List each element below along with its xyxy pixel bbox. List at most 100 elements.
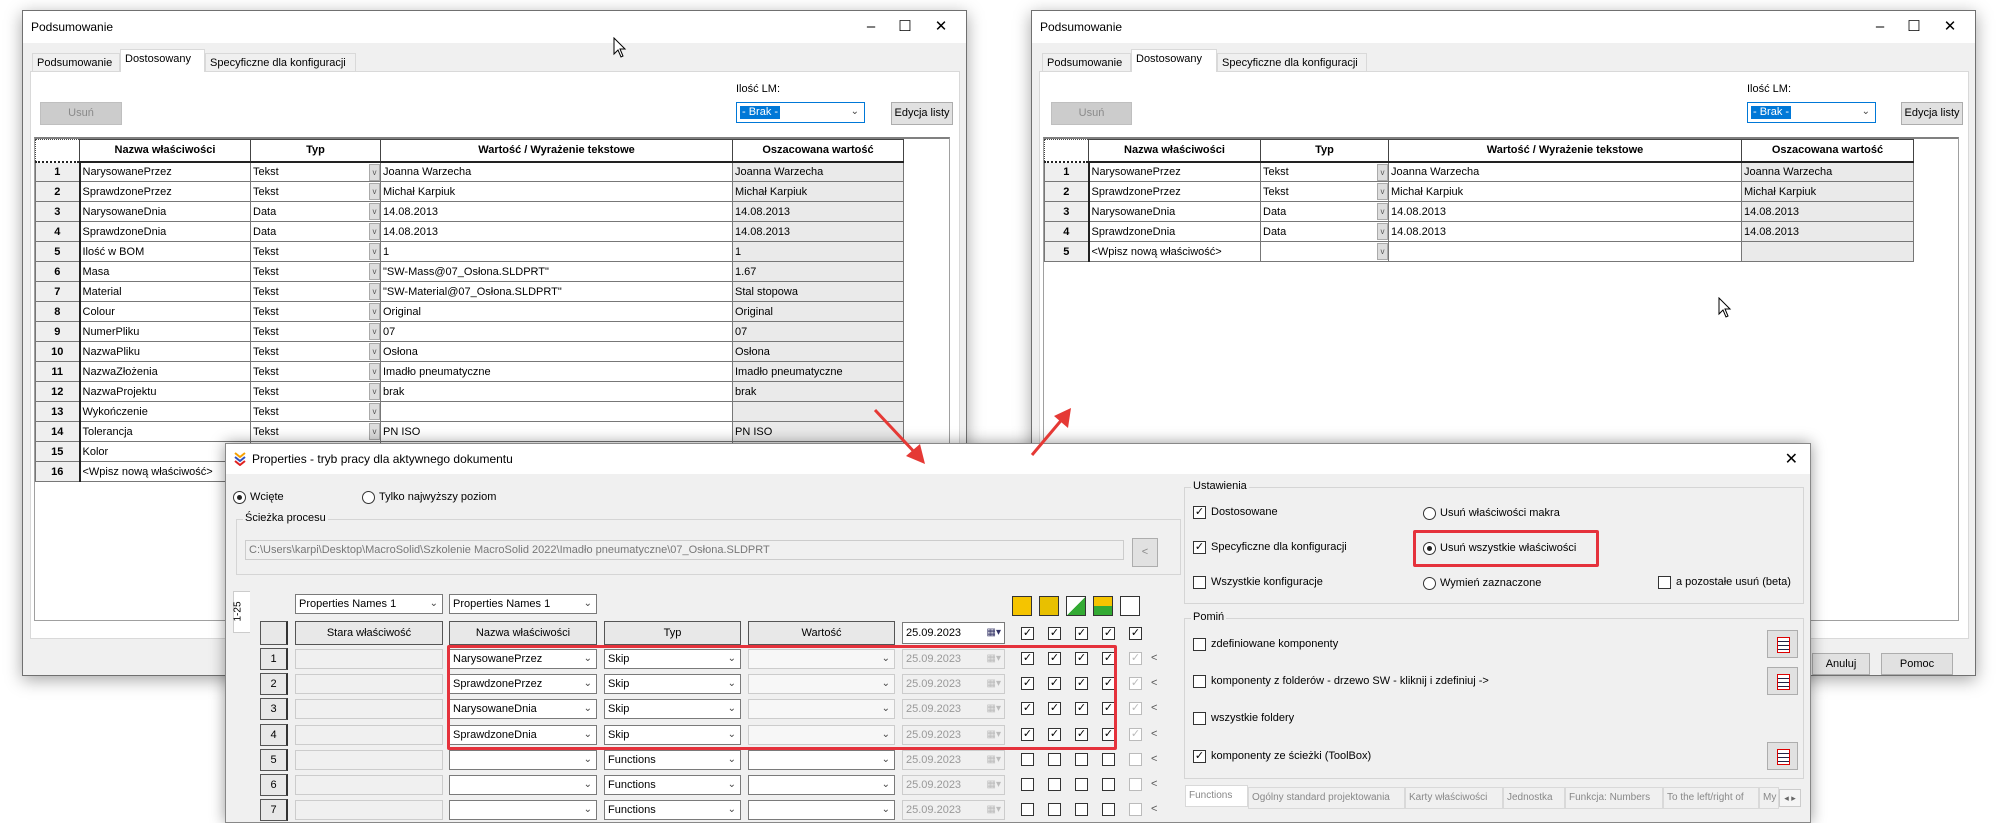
property-name-cell[interactable]: NarysowanePrzez	[1088, 161, 1261, 182]
property-name-cell[interactable]: Tolerancja	[79, 421, 251, 442]
row-number[interactable]: 4	[1044, 221, 1090, 242]
row-checkbox[interactable]	[1048, 778, 1061, 791]
column-header[interactable]: Wartość / Wyrażenie tekstowe	[1388, 139, 1742, 163]
list-edit-button[interactable]	[1767, 630, 1798, 658]
row-checkbox[interactable]	[1102, 752, 1115, 766]
property-type-cell[interactable]: Tekst v	[250, 381, 381, 402]
property-type-cell[interactable]: Tekst v	[250, 421, 381, 442]
tab-dostosowany[interactable]: Dostosowany	[1131, 49, 1217, 72]
table-row[interactable]: 3 NarysowaneDnia Data v 14.08.2013 14.08.2013	[1044, 201, 1914, 222]
column-header[interactable]: Nazwa właściwości	[79, 139, 251, 163]
tab-specyficzne[interactable]: Specyficzne dla konfiguracji	[205, 53, 356, 72]
property-name-cell[interactable]: SprawdzoneDnia	[79, 221, 251, 242]
property-type-cell[interactable]: Tekst v	[250, 361, 381, 382]
lm-combo[interactable]: - Brak - ⌄	[1747, 102, 1876, 123]
column-header[interactable]: Nazwa właściwości	[1088, 139, 1261, 163]
date-picker[interactable]: 25.09.2023 ▦▾	[902, 749, 1005, 770]
row-number[interactable]: 5	[35, 241, 81, 262]
row-arrow-button[interactable]: <	[1151, 677, 1157, 689]
path-button[interactable]: <	[1132, 538, 1158, 567]
type-dropdown[interactable]: Functions ⌄	[604, 775, 741, 795]
row-number[interactable]: 1	[35, 161, 81, 182]
minimize-button[interactable]: –	[860, 17, 882, 37]
property-name-cell[interactable]: NarysowaneDnia	[1088, 201, 1261, 222]
row-number[interactable]: 10	[35, 341, 81, 362]
tab-scroll-arrows[interactable]: ◂ ▸	[1779, 789, 1801, 807]
date-picker[interactable]: 25.09.2023 ▦▾	[902, 800, 1005, 821]
date-picker[interactable]: 25.09.2023 ▦▾	[902, 775, 1005, 795]
row-checkbox[interactable]: ✓	[1129, 702, 1142, 716]
beta-checkbox[interactable]	[1658, 576, 1671, 589]
skip-checkbox[interactable]	[1193, 712, 1206, 725]
row-checkbox[interactable]	[1021, 752, 1034, 766]
property-value-cell[interactable]: Original	[380, 301, 733, 322]
property-name-cell[interactable]: SprawdzoneDnia	[1088, 221, 1261, 242]
column-header[interactable]: Oszacowana wartość	[1741, 139, 1914, 163]
radio-top-level[interactable]	[362, 491, 375, 504]
old-property-dropdown[interactable]	[295, 699, 443, 720]
old-property-dropdown[interactable]	[295, 749, 443, 770]
row-number[interactable]: 11	[35, 361, 81, 382]
value-dropdown[interactable]: ⌄	[748, 775, 895, 795]
chevron-down-icon[interactable]: v	[369, 243, 380, 260]
property-value-cell[interactable]	[1388, 241, 1742, 262]
bottom-tab[interactable]: Jednostka	[1503, 787, 1565, 809]
maximize-button[interactable]: ☐	[1903, 17, 1925, 37]
property-name-cell[interactable]: <Wpisz nową właściwość>	[1088, 241, 1261, 262]
chevron-down-icon[interactable]: v	[369, 203, 380, 220]
header-checkbox[interactable]: ✓	[1048, 627, 1061, 640]
row-checkbox[interactable]	[1075, 803, 1088, 817]
chevron-down-icon[interactable]: v	[369, 343, 380, 360]
chevron-down-icon[interactable]: v	[1377, 183, 1388, 200]
type-dropdown[interactable]: Functions ⌄	[604, 749, 741, 770]
bottom-tab[interactable]: To the left/right of	[1663, 787, 1759, 809]
property-name-dropdown[interactable]: ⌄	[449, 775, 597, 795]
property-type-cell[interactable]: Tekst v	[1260, 181, 1389, 202]
row-number[interactable]: 16	[35, 461, 81, 482]
chevron-down-icon[interactable]: v	[369, 423, 380, 440]
list-edit-button[interactable]	[1767, 667, 1798, 695]
property-type-cell[interactable]: Tekst v	[250, 241, 381, 262]
delete-button[interactable]: Usuń	[40, 102, 122, 125]
part-icon[interactable]	[1012, 596, 1032, 616]
skip-checkbox[interactable]: ✓	[1193, 750, 1206, 763]
chevron-down-icon[interactable]: v	[1377, 223, 1388, 240]
close-button[interactable]: ✕	[930, 17, 952, 37]
row-number[interactable]: 3	[1044, 201, 1090, 222]
tab-podsumowanie[interactable]: Podsumowanie	[1042, 53, 1131, 72]
chevron-down-icon[interactable]: v	[369, 283, 380, 300]
old-property-dropdown[interactable]	[295, 724, 443, 745]
row-arrow-button[interactable]: <	[1151, 652, 1157, 664]
old-property-dropdown[interactable]	[295, 775, 443, 795]
table-row[interactable]: 6 Masa Tekst v "SW-Mass@07_Osłona.SLDPRT" 1.6…	[35, 261, 904, 282]
header-checkbox[interactable]: ✓	[1129, 627, 1142, 640]
chevron-down-icon[interactable]: v	[369, 223, 380, 240]
row-checkbox[interactable]	[1129, 752, 1142, 766]
row-checkbox[interactable]	[1021, 778, 1034, 791]
minimize-button[interactable]: –	[1869, 17, 1891, 37]
row-arrow-button[interactable]: <	[1151, 778, 1157, 790]
column-header[interactable]: Wartość / Wyrażenie tekstowe	[380, 139, 733, 163]
radio-wciete[interactable]	[233, 491, 246, 504]
property-name-cell[interactable]: Masa	[79, 261, 251, 282]
property-value-cell[interactable]: Michał Karpiuk	[380, 181, 733, 202]
row-number[interactable]: 9	[35, 321, 81, 342]
property-name-cell[interactable]: SprawdzonePrzez	[1088, 181, 1261, 202]
property-name-cell[interactable]: NazwaProjektu	[79, 381, 251, 402]
property-value-cell[interactable]: 07	[380, 321, 733, 342]
property-value-cell[interactable]: "SW-Mass@07_Osłona.SLDPRT"	[380, 261, 733, 282]
property-type-cell[interactable]: Data v	[1260, 221, 1389, 242]
property-name-dropdown[interactable]: ⌄	[449, 749, 597, 770]
edit-list-button[interactable]: Edycja listy	[891, 102, 953, 125]
row-number[interactable]: 13	[35, 401, 81, 422]
property-value-cell[interactable]: 14.08.2013	[1388, 201, 1742, 222]
table-row[interactable]: 13 Wykończenie Tekst v	[35, 401, 904, 422]
settings-checkbox[interactable]: ✓	[1193, 506, 1206, 519]
row-number[interactable]: 1	[1044, 161, 1090, 182]
property-value-cell[interactable]: 14.08.2013	[1388, 221, 1742, 242]
row-checkbox[interactable]	[1129, 778, 1142, 791]
property-value-cell[interactable]: Imadło pneumatyczne	[380, 361, 733, 382]
property-value-cell[interactable]: "SW-Material@07_Osłona.SLDPRT"	[380, 281, 733, 302]
column-header[interactable]: Oszacowana wartość	[732, 139, 904, 163]
table-row[interactable]: 4 SprawdzoneDnia Data v 14.08.2013 14.08.2013	[1044, 221, 1914, 242]
